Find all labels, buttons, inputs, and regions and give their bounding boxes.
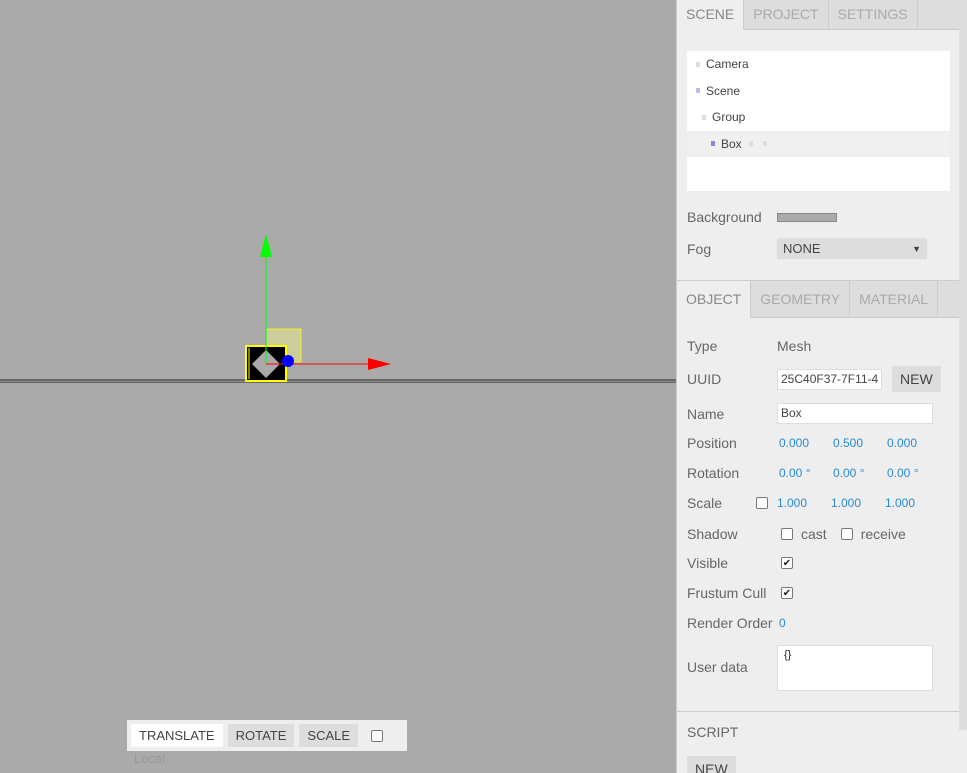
- shadow-label: Shadow: [687, 526, 738, 542]
- sidebar-tabs: SCENE PROJECT SETTINGS: [677, 0, 967, 30]
- tab-project[interactable]: PROJECT: [744, 0, 829, 30]
- name-input[interactable]: Box: [777, 403, 933, 424]
- type-label: Type: [687, 338, 718, 354]
- ground-plane-edge: [0, 381, 676, 382]
- script-label: SCRIPT: [687, 724, 739, 740]
- tab-object[interactable]: OBJECT: [677, 281, 752, 318]
- translate-button[interactable]: TRANSLATE: [131, 724, 223, 747]
- position-z[interactable]: 0.000: [887, 436, 941, 450]
- camera-icon: [696, 61, 700, 67]
- background-color-swatch[interactable]: [777, 212, 837, 222]
- outliner-item-camera[interactable]: Camera: [687, 51, 950, 78]
- viewport-3d[interactable]: [0, 0, 676, 773]
- gizmo-x-arrow[interactable]: [368, 358, 391, 370]
- object-tabs: OBJECT GEOMETRY MATERIAL: [677, 280, 960, 318]
- name-label: Name: [687, 405, 725, 422]
- scale-row: Scale 1.000 1.000 1.000: [687, 495, 939, 511]
- background-row: Background: [687, 209, 837, 225]
- receive-shadow-checkbox[interactable]: [840, 528, 853, 540]
- scale-x[interactable]: 1.000: [777, 496, 831, 510]
- receive-label: receive: [860, 526, 906, 542]
- rotation-x[interactable]: 0.00 °: [779, 466, 833, 480]
- render-order-row: Render Order 0: [687, 615, 833, 631]
- scale-button[interactable]: SCALE: [299, 724, 359, 747]
- group-icon: [702, 114, 706, 120]
- scale-z[interactable]: 1.000: [885, 496, 939, 510]
- tab-material[interactable]: MATERIAL: [850, 281, 939, 318]
- type-value: Mesh: [777, 338, 812, 354]
- scale-label: Scale: [687, 495, 723, 511]
- uuid-new-button[interactable]: NEW: [892, 366, 941, 392]
- fog-select[interactable]: NONE ▼: [777, 238, 927, 259]
- rotate-button[interactable]: ROTATE: [227, 724, 295, 747]
- outliner-item-group[interactable]: Group: [687, 104, 950, 131]
- position-label: Position: [687, 435, 737, 451]
- shadow-row: Shadow cast receive: [687, 526, 906, 542]
- outliner-label: Group: [712, 110, 746, 125]
- sidebar: SCENE PROJECT SETTINGS Camera Scene Grou…: [676, 0, 967, 773]
- scene-canvas[interactable]: [0, 0, 676, 773]
- outliner-label: Scene: [706, 83, 741, 98]
- tab-settings[interactable]: SETTINGS: [829, 0, 918, 30]
- uuid-field[interactable]: 25C40F37-7F11-4: [777, 368, 882, 390]
- rotation-z[interactable]: 0.00 °: [887, 466, 941, 480]
- name-row: Name Box: [687, 403, 933, 424]
- scene-icon: [696, 88, 700, 94]
- outliner-label: Camera: [706, 57, 749, 72]
- local-checkbox[interactable]: [371, 729, 384, 742]
- visible-checkbox[interactable]: ✔: [781, 557, 793, 569]
- fog-value: NONE: [783, 241, 821, 256]
- outliner-item-box[interactable]: Box: [687, 130, 950, 157]
- fog-label: Fog: [687, 240, 712, 257]
- gizmo-y-arrow[interactable]: [260, 234, 272, 257]
- userdata-row: User data {}: [687, 645, 933, 691]
- rotation-row: Rotation 0.00 ° 0.00 ° 0.00 °: [687, 465, 941, 481]
- outliner-label: Box: [721, 136, 742, 151]
- type-row: Type Mesh: [687, 338, 811, 354]
- frustum-cull-checkbox[interactable]: ✔: [781, 587, 793, 599]
- dropdown-arrow-icon: ▼: [912, 243, 921, 254]
- scale-y[interactable]: 1.000: [831, 496, 885, 510]
- visible-row: Visible ✔: [687, 555, 793, 571]
- cast-label: cast: [801, 526, 827, 542]
- uuid-label: UUID: [687, 371, 722, 387]
- local-label: Local: [134, 751, 166, 766]
- position-x[interactable]: 0.000: [779, 436, 833, 450]
- uuid-row: UUID 25C40F37-7F11-4 NEW: [687, 366, 941, 392]
- render-order-value[interactable]: 0: [779, 616, 833, 630]
- mesh-icon: [711, 141, 715, 147]
- outliner-item-scene[interactable]: Scene: [687, 78, 950, 105]
- sidebar-scrollbar[interactable]: [959, 0, 967, 730]
- rotation-label: Rotation: [687, 465, 740, 481]
- position-y[interactable]: 0.500: [833, 436, 887, 450]
- frustum-label: Frustum Cull: [687, 585, 767, 601]
- scale-lock-checkbox[interactable]: [756, 497, 768, 509]
- userdata-label: User data: [687, 659, 748, 675]
- script-new-button[interactable]: NEW: [687, 756, 736, 773]
- render-order-label: Render Order: [687, 615, 773, 631]
- tab-geometry[interactable]: GEOMETRY: [751, 281, 851, 318]
- geometry-icon: [748, 141, 753, 147]
- script-section: SCRIPT NEW: [677, 711, 960, 773]
- visible-label: Visible: [687, 555, 728, 571]
- material-icon: [762, 141, 767, 147]
- cast-shadow-checkbox[interactable]: [781, 528, 793, 540]
- userdata-textarea[interactable]: {}: [777, 645, 933, 691]
- position-row: Position 0.000 0.500 0.000: [687, 435, 941, 451]
- transform-toolbar: TRANSLATE ROTATE SCALE: [127, 720, 407, 751]
- rotation-y[interactable]: 0.00 °: [833, 466, 887, 480]
- scene-outliner[interactable]: Camera Scene Group Box: [687, 51, 950, 191]
- tab-scene[interactable]: SCENE: [677, 0, 745, 30]
- fog-row: Fog NONE ▼: [687, 238, 927, 259]
- background-label: Background: [687, 209, 762, 225]
- frustum-row: Frustum Cull ✔: [687, 585, 793, 601]
- gizmo-z-handle[interactable]: [282, 355, 294, 367]
